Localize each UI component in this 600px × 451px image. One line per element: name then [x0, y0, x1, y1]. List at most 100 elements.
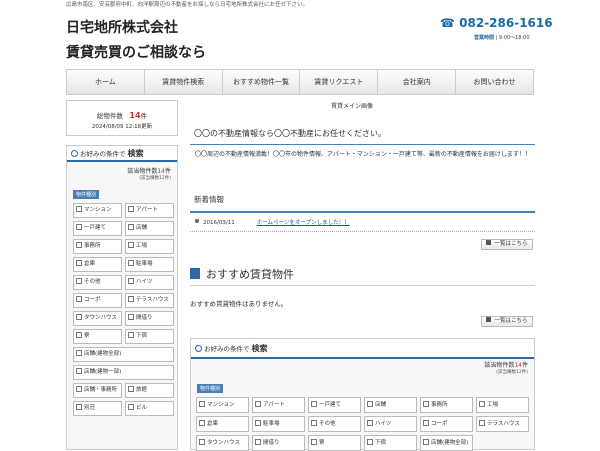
type-checkbox[interactable]: 工場 [476, 397, 529, 413]
type-checkbox[interactable]: 間借り [125, 311, 174, 326]
news-more-label: 一覧はこちら [494, 241, 528, 247]
checkbox-icon [199, 401, 205, 407]
type-checkbox[interactable]: テラスハウス [125, 293, 174, 308]
type-checkbox[interactable]: その他 [73, 275, 122, 290]
type-checkbox[interactable]: テラスハウス [476, 416, 529, 432]
phone-icon: ☎ [440, 16, 455, 30]
type-checkbox[interactable]: ビル [125, 401, 174, 416]
news-title: 新着情報 [190, 190, 535, 213]
main-search-panel: お好みの条件で 検索 該当物件数14件 (該当棟数12件) 物件種別 マンション… [190, 338, 535, 451]
type-checkbox-label: 工場 [487, 402, 499, 408]
type-checkbox[interactable]: タウンハウス [73, 311, 122, 326]
checkbox-icon [255, 439, 261, 445]
checkbox-icon [199, 439, 205, 445]
type-checkbox[interactable]: 旅館 [125, 383, 174, 398]
type-checkbox[interactable]: ハイツ [125, 275, 174, 290]
type-checkbox[interactable]: アパート [125, 203, 174, 218]
type-checkbox-label: 旅館 [136, 387, 148, 393]
type-checkbox[interactable]: 店舗(建物全部) [420, 435, 473, 451]
counter-value: 14 [129, 111, 141, 120]
news-more-button[interactable]: 一覧はこちら [481, 239, 533, 250]
checkbox-icon [128, 404, 134, 410]
type-label: 物件種別 [73, 190, 100, 199]
company-name[interactable]: 日宅地所株式会社 [66, 17, 178, 37]
arrow-icon [486, 317, 492, 322]
type-checkbox[interactable]: アパート [252, 397, 305, 413]
arrow-icon [486, 240, 492, 245]
type-checkbox[interactable]: 店舗 [125, 221, 174, 236]
checkbox-icon [128, 206, 134, 212]
hours-label: 営業時間 [474, 35, 495, 41]
hit-unit: 件 [164, 168, 171, 175]
type-checkbox[interactable]: 事務所 [73, 239, 122, 254]
type-checkbox[interactable]: 店舗・事務所 [73, 383, 122, 398]
type-checkbox[interactable]: 一戸建て [308, 397, 361, 413]
checkbox-icon [76, 332, 82, 338]
building-icon [190, 268, 200, 279]
nav-recommended[interactable]: おすすめ物件一覧 [223, 70, 301, 94]
type-checkbox[interactable]: 一戸建て [73, 221, 122, 236]
nav-company[interactable]: 会社案内 [378, 70, 457, 94]
checkbox-icon [128, 332, 134, 338]
nav-rental-search[interactable]: 賃貸物件検索 [145, 70, 223, 94]
checkbox-icon [128, 278, 134, 284]
type-checkbox[interactable]: ハイツ [364, 416, 417, 432]
search-title-pre: お好みの条件で [80, 150, 126, 158]
type-checkbox-label: 一戸建て [319, 402, 342, 408]
type-checkbox[interactable]: マンション [73, 203, 122, 218]
checkbox-icon [76, 404, 82, 410]
type-checkbox-label: ハイツ [375, 421, 392, 427]
type-checkbox[interactable]: コーポ [73, 293, 122, 308]
type-checkbox[interactable]: 店舗 [364, 397, 417, 413]
nav-home[interactable]: ホーム [67, 70, 145, 94]
main-image: 賃貸メイン画像 [331, 103, 374, 110]
type-checkbox-label: その他 [319, 421, 336, 427]
company-catchphrase: 賃貸売買のご相談なら [66, 45, 206, 61]
checkbox-icon [311, 420, 317, 426]
sidebar-search-header: お好みの条件で 検索 [67, 146, 177, 162]
type-checkbox[interactable]: 駐車場 [125, 257, 174, 272]
type-checkbox[interactable]: 別荘 [73, 401, 122, 416]
hit-sub: (該当棟数12件) [139, 176, 171, 181]
type-checkbox[interactable]: コーポ [420, 416, 473, 432]
checkbox-icon [367, 420, 373, 426]
type-checkbox[interactable]: 工場 [125, 239, 174, 254]
global-nav: ホーム 賃貸物件検索 おすすめ物件一覧 賃貸リクエスト 会社案内 お問い合わせ [66, 69, 534, 95]
type-checkbox[interactable]: 寮 [73, 329, 122, 344]
type-checkbox[interactable]: 下宿 [125, 329, 174, 344]
type-checkbox[interactable]: 間借り [252, 435, 305, 451]
type-label: 物件種別 [197, 384, 224, 393]
nav-rental-request[interactable]: 賃貸リクエスト [300, 70, 379, 94]
hit-value: 14 [514, 362, 522, 369]
checkbox-icon [76, 224, 82, 230]
type-checkbox[interactable]: 事務所 [420, 397, 473, 413]
type-checkbox[interactable]: 倉庫 [196, 416, 249, 432]
recommend-more-button[interactable]: 一覧はこちら [481, 316, 533, 327]
main-search-header: お好みの条件で 検索 [191, 339, 534, 359]
type-checkbox[interactable]: 店舗(建物一部) [73, 365, 174, 380]
type-checkbox-label: 下宿 [136, 333, 148, 339]
nav-contact[interactable]: お問い合わせ [456, 70, 533, 94]
type-checkbox[interactable]: タウンハウス [196, 435, 249, 451]
type-checkbox[interactable]: 寮 [308, 435, 361, 451]
type-checkbox[interactable]: 店舗(建物全部) [73, 347, 174, 362]
checkbox-icon [367, 439, 373, 445]
type-checkbox-label: 倉庫 [84, 261, 96, 267]
type-checkbox[interactable]: 倉庫 [73, 257, 122, 272]
search-title: 検索 [127, 149, 144, 158]
type-checkbox[interactable]: 下宿 [364, 435, 417, 451]
type-checkbox[interactable]: 駐車場 [252, 416, 305, 432]
type-checkbox[interactable]: その他 [308, 416, 361, 432]
checkbox-icon [76, 206, 82, 212]
checkbox-icon [128, 296, 134, 302]
type-checkbox-label: 店舗(建物全部) [84, 351, 122, 357]
type-checkbox-label: 工場 [136, 243, 148, 249]
news-link[interactable]: ホームページをオープンしました！！ [257, 220, 350, 226]
type-checkbox-label: 店舗(建物全部) [431, 440, 469, 446]
phone-number[interactable]: ☎ 082-286-1616 [440, 16, 553, 30]
type-checkbox-grid: マンション アパート 一戸建て 店舗事務所 工場倉庫 駐車場 その他 ハイツ コーポ テラスハウス… [73, 203, 177, 344]
type-checkbox-label: 店舗 [136, 225, 148, 231]
hit-unit: 件 [521, 362, 528, 369]
checkbox-icon [76, 242, 82, 248]
type-checkbox[interactable]: マンション [196, 397, 249, 413]
